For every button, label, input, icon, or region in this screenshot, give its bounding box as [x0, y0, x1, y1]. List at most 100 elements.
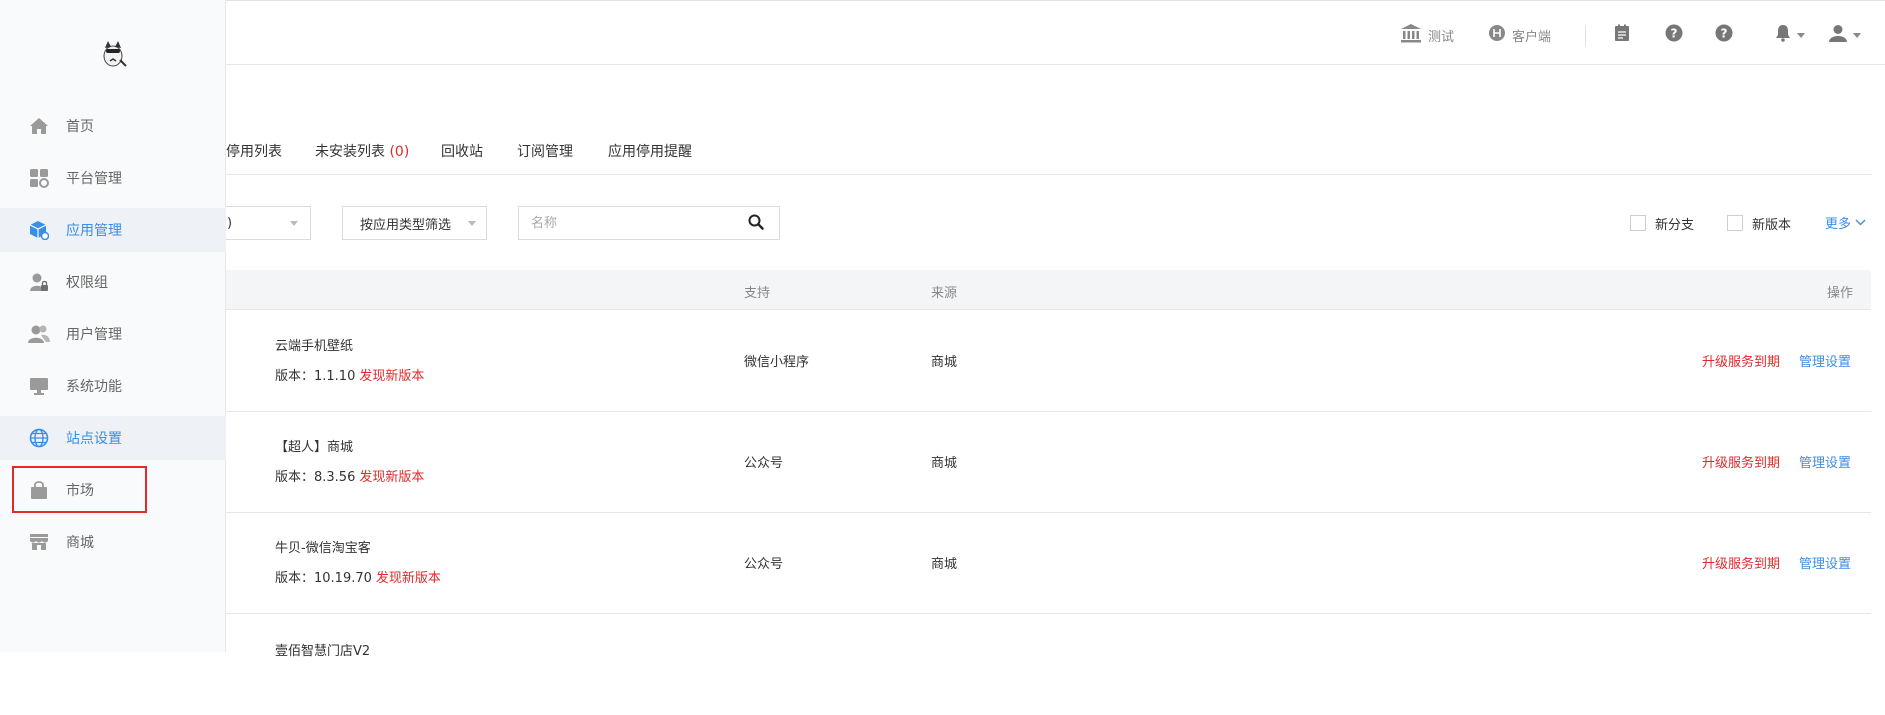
question-circle-icon: ? — [1715, 24, 1733, 46]
manage-settings-link[interactable]: 管理设置 — [1799, 553, 1851, 572]
table-row: 牛贝-微信淘宝客 版本：10.19.70 发现新版本 公众号 商城 升级服务到期 … — [226, 513, 1871, 614]
new-branch-label: 新分支 — [1655, 218, 1695, 233]
tab-uninstalled-list[interactable]: 未安装列表 (0) — [315, 141, 409, 161]
sidebar-item-permission-group[interactable]: 权限组 — [0, 260, 226, 304]
sidebar-item-label: 权限组 — [66, 275, 108, 291]
table-row: 【超人】商城 版本：8.3.56 发现新版本 公众号 商城 升级服务到期 管理设置 — [226, 412, 1871, 513]
help-button-2[interactable]: ? — [1715, 23, 1733, 47]
test-link[interactable]: 测试 — [1400, 23, 1454, 47]
app-name: 【超人】商城 — [275, 440, 354, 455]
app-support: 公众号 — [744, 557, 784, 572]
sidebar-item-user-management[interactable]: 用户管理 — [0, 312, 226, 356]
notepad-icon — [1614, 24, 1630, 46]
chevron-down-icon — [468, 221, 476, 226]
client-link[interactable]: 客户端 — [1488, 23, 1551, 47]
manage-settings-link[interactable]: 管理设置 — [1799, 351, 1851, 370]
new-version-link[interactable]: 发现新版本 — [359, 470, 424, 485]
tab-label: 未安装列表 — [315, 144, 385, 160]
app-tabs: 停用列表 未安装列表 (0) 回收站 订阅管理 应用停用提醒 — [226, 133, 1871, 175]
app-cube-icon — [28, 219, 50, 241]
sidebar-item-label: 应用管理 — [66, 223, 122, 239]
user-lock-icon — [28, 271, 50, 293]
column-action: 操作 — [1827, 286, 1854, 301]
manage-settings-link[interactable]: 管理设置 — [1799, 452, 1851, 471]
notifications-button[interactable] — [1775, 23, 1805, 47]
new-version-link[interactable]: 发现新版本 — [376, 571, 441, 586]
upgrade-link[interactable]: 升级服务到期 — [1702, 553, 1780, 572]
sidebar-item-label: 用户管理 — [66, 327, 122, 343]
client-label: 客户端 — [1512, 29, 1552, 45]
bank-icon — [1400, 23, 1422, 47]
chevron-down-icon — [1797, 28, 1805, 43]
svg-text:?: ? — [1671, 27, 1678, 41]
sidebar-item-app-management[interactable]: 应用管理 — [0, 208, 226, 252]
sidebar-item-mall[interactable]: 商城 — [0, 520, 226, 564]
app-source: 商城 — [931, 355, 958, 370]
more-label: 更多 — [1825, 217, 1852, 232]
sidebar-item-system[interactable]: 系统功能 — [0, 364, 226, 408]
upgrade-link[interactable]: 升级服务到期 — [1702, 452, 1780, 471]
new-version-label: 新版本 — [1752, 218, 1792, 233]
sidebar-item-label: 首页 — [66, 119, 94, 135]
sidebar-item-label: 商城 — [66, 535, 94, 551]
app-source: 商城 — [931, 456, 958, 471]
tab-disable-reminder[interactable]: 应用停用提醒 — [608, 141, 692, 161]
question-circle-icon: ? — [1665, 24, 1683, 46]
version-text: 版本：1.1.10 — [275, 369, 356, 384]
search-icon[interactable] — [748, 214, 766, 232]
test-label: 测试 — [1428, 29, 1455, 45]
chevron-down-icon — [1853, 28, 1861, 43]
app-version: 版本：8.3.56 发现新版本 — [275, 466, 424, 485]
logo[interactable] — [96, 36, 130, 70]
version-text: 版本：10.19.70 — [275, 571, 372, 586]
sidebar-item-site-settings[interactable]: 站点设置 — [0, 416, 226, 460]
upgrade-link[interactable]: 升级服务到期 — [1702, 351, 1780, 370]
uninstalled-count: (0) — [389, 144, 410, 160]
sidebar-item-platform[interactable]: 平台管理 — [0, 156, 226, 200]
new-branch-checkbox[interactable] — [1630, 215, 1646, 231]
more-dropdown[interactable]: 更多 — [1825, 213, 1866, 232]
chevron-down-icon — [290, 221, 298, 226]
monitor-icon — [28, 375, 50, 397]
tab-disabled-list[interactable]: 停用列表 — [226, 141, 282, 161]
highlight-box — [12, 466, 147, 513]
app-version: 版本：1.1.10 发现新版本 — [275, 365, 424, 384]
app-type-select-value: 按应用类型筛选 — [360, 217, 452, 233]
table-header: 支持 来源 操作 — [226, 270, 1871, 310]
app-type-select[interactable]: 按应用类型筛选 — [342, 206, 487, 240]
new-version-link[interactable]: 发现新版本 — [359, 369, 424, 384]
search-input[interactable] — [518, 206, 780, 240]
app-support: 公众号 — [744, 456, 784, 471]
app-source: 商城 — [931, 557, 958, 572]
app-name: 壹佰智慧门店V2 — [275, 644, 371, 659]
status-select-value: ) — [227, 215, 233, 231]
home-icon — [28, 115, 50, 137]
client-icon — [1488, 24, 1506, 46]
column-support: 支持 — [744, 286, 771, 301]
new-version-checkbox[interactable] — [1727, 215, 1743, 231]
sidebar-item-label: 系统功能 — [66, 379, 122, 395]
table-row: 壹佰智慧门店V2 — [226, 614, 1871, 715]
user-menu[interactable] — [1829, 23, 1861, 47]
chevron-down-icon — [1855, 215, 1866, 230]
users-icon — [28, 323, 50, 345]
app-name: 云端手机壁纸 — [275, 339, 354, 354]
app-support: 微信小程序 — [744, 355, 810, 370]
header-divider — [1585, 26, 1586, 46]
app-name: 牛贝-微信淘宝客 — [275, 541, 371, 556]
notes-button[interactable] — [1614, 23, 1630, 47]
sidebar-item-label: 站点设置 — [66, 431, 122, 447]
column-source: 来源 — [931, 286, 958, 301]
help-button-1[interactable]: ? — [1665, 23, 1683, 47]
top-header: 测试 客户端 ? ? — [226, 5, 1885, 65]
sidebar-item-home[interactable]: 首页 — [0, 104, 226, 148]
table-row: 云端手机壁纸 版本：1.1.10 发现新版本 微信小程序 商城 升级服务到期 管理… — [226, 311, 1871, 412]
svg-text:?: ? — [1721, 27, 1728, 41]
tab-recycle-bin[interactable]: 回收站 — [441, 141, 483, 161]
globe-icon — [28, 427, 50, 449]
sidebar: 首页 平台管理 应用管理 权限组 用户管理 系统功能 站点设置 市场 商城 — [0, 0, 226, 652]
user-icon — [1829, 24, 1847, 46]
tab-subscription[interactable]: 订阅管理 — [517, 141, 573, 161]
app-version: 版本：10.19.70 发现新版本 — [275, 567, 441, 586]
bell-icon — [1775, 24, 1791, 46]
